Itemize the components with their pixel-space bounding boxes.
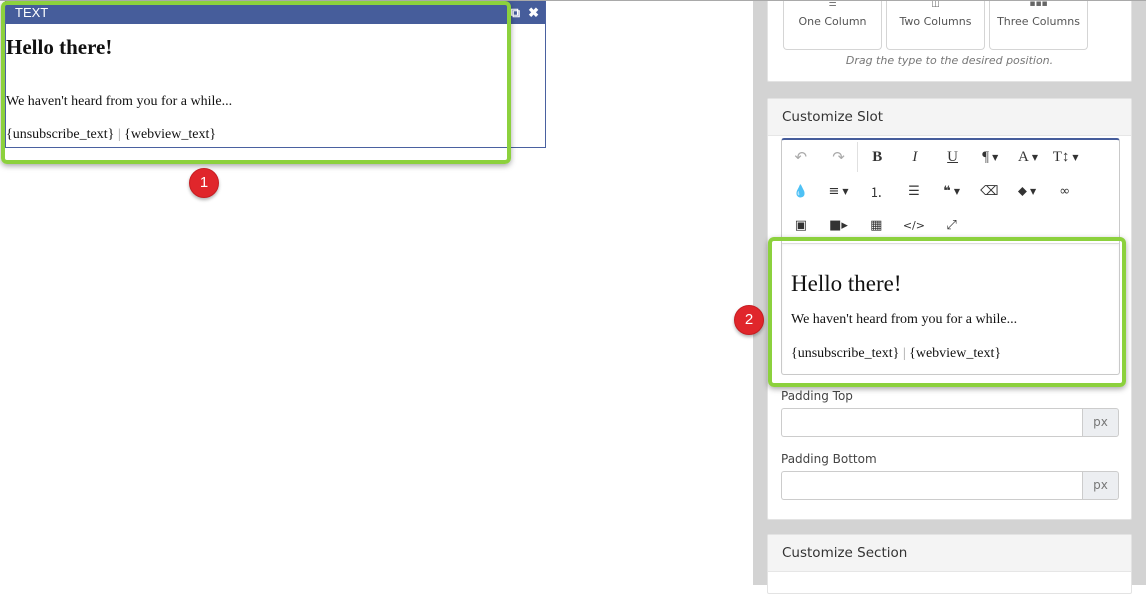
ordered-list-icon[interactable]: ⒈	[857, 176, 895, 206]
rich-text-editor: ↶ ↷ B I U ¶ ▼ A ▼ T↕ ▼ 💧 ≡ ▼ ⒈ ☰ ❝ ▼ ⌫ ⬥…	[781, 138, 1120, 375]
two-columns-label: Two Columns	[899, 15, 972, 28]
color-drop-icon[interactable]: 💧	[782, 176, 820, 206]
drag-hint: Drag the type to the desired position.	[845, 54, 1054, 67]
text-slot[interactable]: TEXT ⧉ ✖ Hello there! We haven't heard f…	[5, 1, 546, 148]
one-column-button[interactable]: ☰ One Column	[783, 0, 882, 50]
editor-footer: {unsubscribe_text} | {webview_text}	[791, 345, 1110, 362]
padding-top-label: Padding Top	[781, 389, 853, 403]
one-column-label: One Column	[798, 15, 867, 28]
toolbar-row-1: ↶ ↷ B I U ¶ ▼ A ▼ T↕ ▼	[782, 140, 1085, 174]
padding-top-group: px	[781, 408, 1119, 437]
three-columns-icon: ▪▪▪	[1029, 0, 1048, 9]
layout-panel: ☰ One Column ◫ Two Columns ▪▪▪ Three Col…	[767, 0, 1132, 82]
editor-heading: Hello there!	[791, 271, 902, 296]
link-icon[interactable]: ∞	[1046, 176, 1084, 206]
padding-bottom-group: px	[781, 471, 1119, 500]
table-icon[interactable]: ▦	[857, 210, 895, 240]
customize-section-panel[interactable]: Customize Section	[767, 534, 1132, 594]
three-columns-button[interactable]: ▪▪▪ Three Columns	[989, 0, 1088, 50]
undo-icon[interactable]: ↶	[782, 142, 820, 172]
fullscreen-icon[interactable]: ⤢	[933, 210, 971, 240]
unsubscribe-token: {unsubscribe_text}	[791, 346, 900, 361]
padding-top-unit: px	[1082, 408, 1119, 437]
slot-actions: ⧉ ✖	[511, 1, 539, 24]
customize-slot-title: Customize Slot	[768, 99, 1131, 136]
padding-bottom-unit: px	[1082, 471, 1119, 500]
eraser-icon[interactable]: ⌫	[970, 176, 1008, 206]
two-columns-button[interactable]: ◫ Two Columns	[886, 0, 985, 50]
three-columns-label: Three Columns	[997, 15, 1080, 28]
clone-icon[interactable]: ⧉	[511, 1, 520, 24]
slot-content: Hello there! We haven't heard from you f…	[6, 35, 545, 143]
column-options: ☰ One Column ◫ Two Columns ▪▪▪ Three Col…	[783, 0, 1088, 50]
slot-header: TEXT ⧉ ✖	[6, 1, 545, 24]
customize-section-title: Customize Section	[768, 535, 1131, 572]
webview-token: {webview_text}	[124, 127, 217, 142]
footer-separator: |	[902, 346, 906, 361]
video-icon[interactable]: ■▸	[820, 210, 858, 240]
tag-icon[interactable]: ⬥ ▼	[1008, 176, 1046, 206]
underline-icon[interactable]: U	[934, 142, 972, 172]
slot-message: We haven't heard from you for a while...	[6, 94, 233, 109]
right-sidebar: ☰ One Column ◫ Two Columns ▪▪▪ Three Col…	[753, 0, 1146, 594]
padding-bottom-label: Padding Bottom	[781, 452, 877, 466]
close-icon[interactable]: ✖	[528, 1, 539, 24]
annotation-badge-1: 1	[189, 168, 219, 198]
padding-top-input[interactable]	[781, 408, 1082, 437]
padding-bottom-input[interactable]	[781, 471, 1082, 500]
bold-icon[interactable]: B	[858, 142, 896, 172]
font-size-icon[interactable]: T↕ ▼	[1047, 142, 1085, 172]
toolbar-row-3: ▣ ■▸ ▦ </> ⤢	[782, 208, 970, 242]
editor-content[interactable]: Hello there! We haven't heard from you f…	[782, 243, 1119, 374]
font-color-icon[interactable]: A ▼	[1009, 142, 1047, 172]
unsubscribe-token: {unsubscribe_text}	[6, 127, 115, 142]
unordered-list-icon[interactable]: ☰	[895, 176, 933, 206]
redo-icon[interactable]: ↷	[820, 142, 858, 172]
top-border	[0, 0, 1146, 1]
code-view-icon[interactable]: </>	[895, 210, 933, 240]
webview-token: {webview_text}	[909, 346, 1002, 361]
toolbar-row-2: 💧 ≡ ▼ ⒈ ☰ ❝ ▼ ⌫ ⬥ ▼ ∞	[782, 174, 1084, 208]
slot-heading: Hello there!	[6, 35, 113, 59]
editor-message: We haven't heard from you for a while...	[791, 312, 1018, 327]
two-columns-icon: ◫	[931, 0, 940, 9]
image-icon[interactable]: ▣	[782, 210, 820, 240]
customize-slot-panel: Customize Slot ↶ ↷ B I U ¶ ▼ A ▼ T↕ ▼ 💧 ≡ ▼	[767, 98, 1132, 520]
one-column-icon: ☰	[828, 0, 837, 9]
slot-footer: {unsubscribe_text} | {webview_text}	[6, 126, 545, 143]
align-icon[interactable]: ≡ ▼	[820, 176, 858, 206]
italic-icon[interactable]: I	[896, 142, 934, 172]
slot-type-label: TEXT	[15, 5, 49, 20]
email-canvas: TEXT ⧉ ✖ Hello there! We haven't heard f…	[0, 0, 753, 585]
footer-separator: |	[117, 127, 121, 142]
paragraph-icon[interactable]: ¶ ▼	[971, 142, 1009, 172]
blockquote-icon[interactable]: ❝ ▼	[933, 176, 971, 206]
editor-toolbar: ↶ ↷ B I U ¶ ▼ A ▼ T↕ ▼ 💧 ≡ ▼ ⒈ ☰ ❝ ▼ ⌫ ⬥…	[782, 140, 1119, 242]
annotation-badge-2: 2	[734, 305, 764, 335]
